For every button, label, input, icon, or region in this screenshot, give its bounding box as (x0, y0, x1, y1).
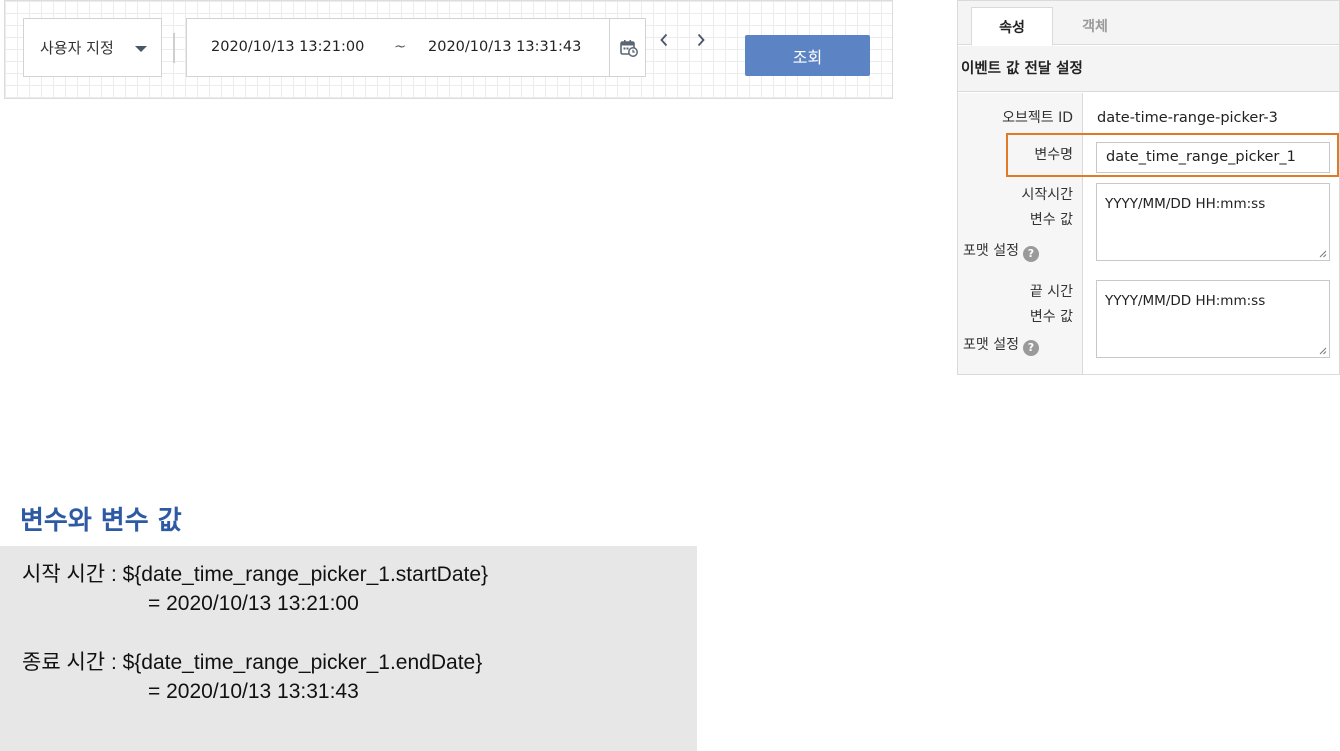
tab-objects[interactable]: 객체 (1054, 7, 1136, 45)
end-format-label-text: 포맷 설정 (963, 337, 1019, 353)
range-separator: ~ (394, 39, 407, 55)
start-format-label-line3: 포맷 설정? (963, 240, 1039, 262)
end-variable-line: 종료 시간 : ${date_time_range_picker_1.endDa… (22, 651, 483, 674)
calendar-clock-icon[interactable] (611, 19, 646, 76)
period-select-value: 사용자 지정 (40, 39, 114, 57)
variable-name-highlight (1006, 133, 1339, 177)
divider (173, 33, 175, 63)
chevron-right-icon[interactable] (692, 31, 710, 49)
start-format-label-text: 포맷 설정 (963, 243, 1019, 259)
section-heading: 변수와 변수 값 (20, 506, 182, 536)
query-button[interactable]: 조회 (745, 35, 870, 76)
object-id-value: date-time-range-picker-3 (1097, 110, 1278, 126)
start-format-label-line2: 변수 값 (1029, 212, 1073, 228)
period-select-dropdown[interactable]: 사용자 지정 (23, 18, 162, 77)
help-icon[interactable]: ? (1022, 340, 1039, 356)
resize-grip-icon[interactable] (1317, 345, 1327, 355)
panel-tabbar: 속성 객체 (958, 1, 1339, 46)
object-id-label: 오브젝트 ID (1002, 110, 1073, 126)
property-panel: 속성 객체 이벤트 값 전달 설정 오브젝트 ID date-time-rang… (957, 0, 1340, 375)
end-format-label-line2: 변수 값 (1029, 309, 1073, 325)
start-date-value[interactable]: 2020/10/13 13:21:00 (211, 19, 364, 76)
help-icon[interactable]: ? (1022, 246, 1039, 262)
date-time-range-picker-widget: 사용자 지정 2020/10/13 13:21:00 ~ 2020/10/13 … (4, 0, 893, 99)
variables-box: 시작 시간 : ${date_time_range_picker_1.start… (0, 546, 697, 751)
start-variable-line: 시작 시간 : ${date_time_range_picker_1.start… (22, 563, 489, 586)
end-format-textarea[interactable]: YYYY/MM/DD HH:mm:ss (1096, 280, 1330, 358)
date-range-field[interactable]: 2020/10/13 13:21:00 ~ 2020/10/13 13:31:4… (186, 18, 646, 77)
end-format-label-line3: 포맷 설정? (963, 334, 1039, 356)
start-format-textarea[interactable]: YYYY/MM/DD HH:mm:ss (1096, 183, 1330, 261)
start-variable-value: = 2020/10/13 13:21:00 (148, 592, 359, 615)
chevron-left-icon[interactable] (655, 31, 673, 49)
section-title: 이벤트 값 전달 설정 (958, 46, 1339, 92)
end-format-value: YYYY/MM/DD HH:mm:ss (1105, 293, 1266, 309)
end-format-label-line1: 끝 시간 (1029, 284, 1073, 300)
end-variable-value: = 2020/10/13 13:31:43 (148, 680, 359, 703)
start-format-label-line1: 시작시간 (1021, 187, 1073, 203)
tab-properties[interactable]: 속성 (971, 7, 1053, 46)
divider (609, 19, 610, 76)
resize-grip-icon[interactable] (1317, 248, 1327, 258)
end-date-value[interactable]: 2020/10/13 13:31:43 (428, 19, 581, 76)
start-format-value: YYYY/MM/DD HH:mm:ss (1105, 196, 1266, 212)
caret-down-icon (135, 46, 147, 52)
